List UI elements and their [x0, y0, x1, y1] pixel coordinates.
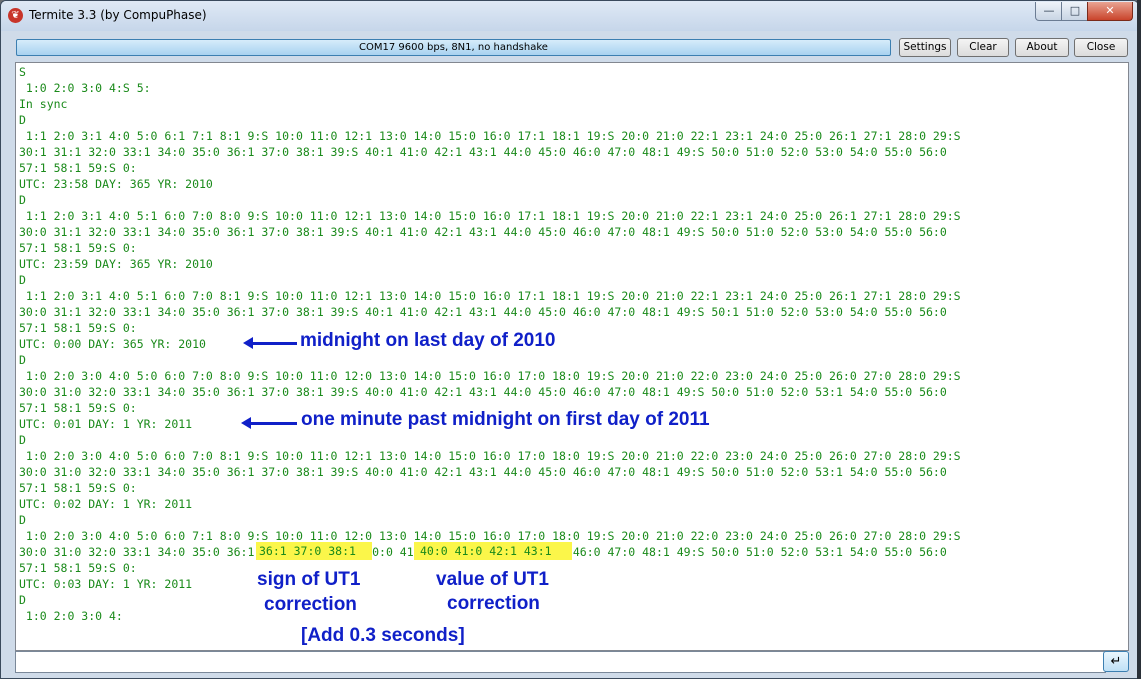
window-close-button[interactable]: ✕	[1087, 2, 1133, 21]
toolbar: COM17 9600 bps, 8N1, no handshake Settin…	[1, 31, 1138, 61]
terminal-line: 57:1 58:1 59:S 0:	[19, 481, 137, 495]
terminal-line: 1:0 2:0 3:0 4:0 5:0 6:0 7:0 8:0 9:S 10:0…	[19, 369, 961, 383]
terminal-line: 30:0 31:0 32:0 33:1 34:0 35:0 36:1 37:0 …	[19, 385, 947, 399]
enter-icon: ↵	[1110, 654, 1122, 669]
annotation-past-midnight-2011: one minute past midnight on first day of…	[301, 409, 710, 430]
annotation-value-line2: correction	[447, 593, 540, 614]
terminal-line: 30:0 31:0 32:0 33:1 34:0 35:0 36:1 37:0 …	[19, 465, 947, 479]
settings-button[interactable]: Settings	[899, 38, 951, 57]
termite-window: ❦ Termite 3.3 (by CompuPhase) — □ ✕ COM1…	[0, 0, 1139, 679]
minimize-button[interactable]: —	[1035, 2, 1063, 21]
clear-button[interactable]: Clear	[957, 38, 1009, 57]
annotation-midnight-2010: midnight on last day of 2010	[300, 330, 556, 351]
terminal-line: 57:1 58:1 59:S 0:	[19, 161, 137, 175]
annotation-add-seconds: [Add 0.3 seconds]	[301, 625, 465, 646]
terminal-line: D	[19, 113, 26, 127]
send-input[interactable]	[15, 651, 1106, 673]
annotation-sign-line1: sign of UT1	[257, 569, 361, 590]
arrow-left-icon	[241, 417, 297, 429]
terminal-line: D	[19, 273, 26, 287]
about-button[interactable]: About	[1015, 38, 1069, 57]
send-button[interactable]: ↵	[1103, 651, 1129, 672]
value-highlight: 40:0 41:0 42:1 43:1	[414, 542, 572, 560]
terminal-output[interactable]: S 1:0 2:0 3:0 4:S 5: In sync D 1:1 2:0 3:1…	[15, 62, 1129, 651]
terminal-line: UTC: 23:58 DAY: 365 YR: 2010	[19, 177, 213, 191]
terminal-line: D	[19, 513, 26, 527]
terminal-line: UTC: 23:59 DAY: 365 YR: 2010	[19, 257, 213, 271]
terminal-line: D	[19, 193, 26, 207]
terminal-line: 1:1 2:0 3:1 4:0 5:1 6:0 7:0 8:0 9:S 10:0…	[19, 209, 961, 223]
arrow-left-icon	[243, 337, 297, 349]
terminal-line: In sync	[19, 97, 68, 111]
terminal-line: 30:1 31:1 32:0 33:1 34:0 35:0 36:1 37:0 …	[19, 145, 947, 159]
connection-status-bar[interactable]: COM17 9600 bps, 8N1, no handshake	[16, 39, 891, 56]
annotation-value-line1: value of UT1	[436, 569, 549, 590]
terminal-line: 30:0 31:1 32:0 33:1 34:0 35:0 36:1 37:0 …	[19, 305, 947, 319]
terminal-line: D	[19, 353, 26, 367]
terminal-line: 1:0 2:0 3:0 4:0 5:0 6:0 7:0 8:1 9:S 10:0…	[19, 449, 961, 463]
window-title: Termite 3.3 (by CompuPhase)	[29, 8, 207, 22]
terminal-line: 1:0 2:0 3:0 4:S 5:	[19, 81, 151, 95]
terminal-line: UTC: 0:02 DAY: 1 YR: 2011	[19, 497, 193, 511]
desktop-background	[1137, 0, 1141, 679]
terminal-line: 1:1 2:0 3:1 4:0 5:1 6:0 7:0 8:1 9:S 10:0…	[19, 289, 961, 303]
terminal-line: 1:1 2:0 3:1 4:0 5:0 6:1 7:1 8:1 9:S 10:0…	[19, 129, 961, 143]
terminal-line: 57:1 58:1 59:S 0:	[19, 241, 137, 255]
close-button[interactable]: Close	[1074, 38, 1128, 57]
value-bits-text: 40:0 41:0 42:1 43:1	[420, 544, 552, 558]
terminal-line: 30:0 31:1 32:0 33:1 34:0 35:0 36:1 37:0 …	[19, 225, 947, 239]
title-bar[interactable]: ❦ Termite 3.3 (by CompuPhase) — □ ✕	[1, 1, 1138, 31]
maximize-button[interactable]: □	[1061, 2, 1089, 21]
annotation-sign-line2: correction	[264, 594, 357, 615]
terminal-line: D	[19, 433, 26, 447]
termite-app-icon: ❦	[8, 8, 23, 23]
sign-bits-text: 36:1 37:0 38:1	[259, 544, 356, 558]
terminal-line: S	[19, 65, 26, 79]
sign-highlight: 36:1 37:0 38:1	[256, 542, 372, 560]
